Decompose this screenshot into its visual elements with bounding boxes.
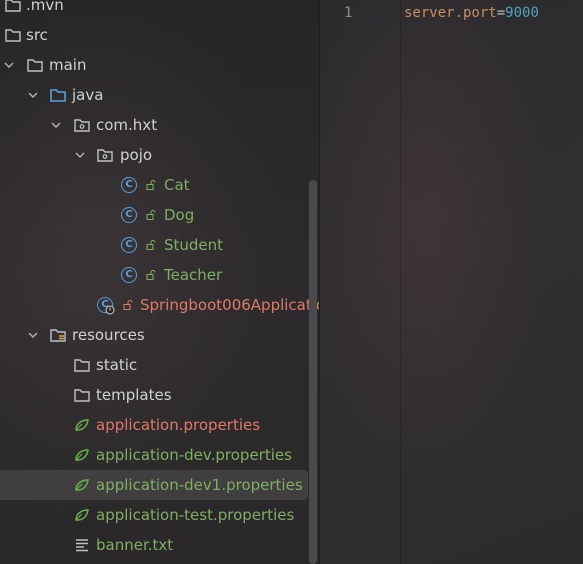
tree-item-label: templates <box>96 386 172 404</box>
tree-item-label: application-dev.properties <box>96 446 292 464</box>
code-line[interactable]: server.port=9000 <box>404 5 539 21</box>
line-number: 1 <box>344 5 353 21</box>
spring-properties-icon <box>75 449 89 461</box>
tree-item-label: Teacher <box>164 266 223 284</box>
tree-item-label: application-test.properties <box>96 506 295 524</box>
chevron-down-icon[interactable] <box>2 58 16 72</box>
tree-item-cat[interactable]: C Cat <box>0 170 320 200</box>
class-icon: C <box>121 207 137 223</box>
tree-item-student[interactable]: C Student <box>0 230 320 260</box>
unlock-icon <box>146 210 156 220</box>
property-key: server.port <box>404 5 497 21</box>
chevron-down-icon[interactable] <box>49 118 63 132</box>
spring-properties-icon <box>75 479 89 491</box>
project-tree-panel: .mvn src main java com.hxt pojo C Cat C <box>0 0 320 564</box>
folder-icon <box>27 59 43 72</box>
tree-item-pojo[interactable]: pojo <box>0 140 320 170</box>
tree-item-java[interactable]: java <box>0 80 320 110</box>
chevron-down-icon[interactable] <box>73 148 87 162</box>
tree-item-label: java <box>72 86 104 104</box>
text-file-icon <box>76 539 88 552</box>
tree-item-application-test-properties[interactable]: application-test.properties <box>0 500 320 530</box>
property-value: 9000 <box>505 5 539 21</box>
tree-item-label: src <box>26 26 48 44</box>
tree-scrollbar-thumb[interactable] <box>309 180 317 564</box>
code-editor[interactable]: 1 server.port=9000 <box>320 0 583 564</box>
tree-item-label: application.properties <box>96 416 261 434</box>
class-icon: C <box>121 237 137 253</box>
tree-item-label: pojo <box>120 146 153 164</box>
tree-item-application-dev1-properties[interactable]: application-dev1.properties <box>0 470 308 500</box>
tree-item-label: .mvn <box>26 0 64 14</box>
unlock-icon <box>146 180 156 190</box>
folder-icon <box>5 29 21 42</box>
tree-item-label: Cat <box>164 176 190 194</box>
tree-item-label: Springboot006Application <box>140 296 320 314</box>
spring-properties-icon <box>75 419 89 431</box>
source-folder-icon <box>50 89 66 102</box>
unlock-icon <box>123 300 133 310</box>
tree-item-label: main <box>49 56 87 74</box>
folder-icon <box>74 389 90 402</box>
tree-item-label: application-dev1.properties <box>96 476 303 494</box>
resources-folder-icon <box>50 329 66 342</box>
tree-item-templates[interactable]: templates <box>0 380 320 410</box>
tree-item-resources[interactable]: resources <box>0 320 320 350</box>
tree-item-mvn[interactable]: .mvn <box>0 0 320 20</box>
run-badge-icon <box>105 305 115 315</box>
tree-item-label: static <box>96 356 138 374</box>
unlock-icon <box>146 240 156 250</box>
chevron-down-icon[interactable] <box>26 88 40 102</box>
class-icon: C <box>121 177 137 193</box>
package-icon <box>74 119 90 132</box>
tree-item-com-hxt[interactable]: com.hxt <box>0 110 320 140</box>
tree-item-label: banner.txt <box>96 536 174 554</box>
tree-item-label: resources <box>72 326 145 344</box>
folder-icon <box>74 359 90 372</box>
tree-item-main[interactable]: main <box>0 50 320 80</box>
folder-icon <box>5 0 21 12</box>
tree-item-static[interactable]: static <box>0 350 320 380</box>
chevron-down-icon[interactable] <box>26 328 40 342</box>
tree-item-label: com.hxt <box>96 116 158 134</box>
tree-item-application-properties[interactable]: application.properties <box>0 410 320 440</box>
tree-item-springboot006application[interactable]: C Springboot006Application <box>0 290 320 320</box>
package-icon <box>97 149 113 162</box>
tree-item-application-dev-properties[interactable]: application-dev.properties <box>0 440 320 470</box>
gutter-separator <box>400 0 401 564</box>
tree-item-label: Dog <box>164 206 195 224</box>
tree-item-label: Student <box>164 236 224 254</box>
tree-item-banner-txt[interactable]: banner.txt <box>0 530 320 560</box>
spring-properties-icon <box>75 509 89 521</box>
tree-item-dog[interactable]: C Dog <box>0 200 320 230</box>
property-separator: = <box>496 5 506 21</box>
tree-item-teacher[interactable]: C Teacher <box>0 260 320 290</box>
unlock-icon <box>146 270 156 280</box>
tree-item-src[interactable]: src <box>0 20 320 50</box>
class-icon: C <box>121 267 137 283</box>
